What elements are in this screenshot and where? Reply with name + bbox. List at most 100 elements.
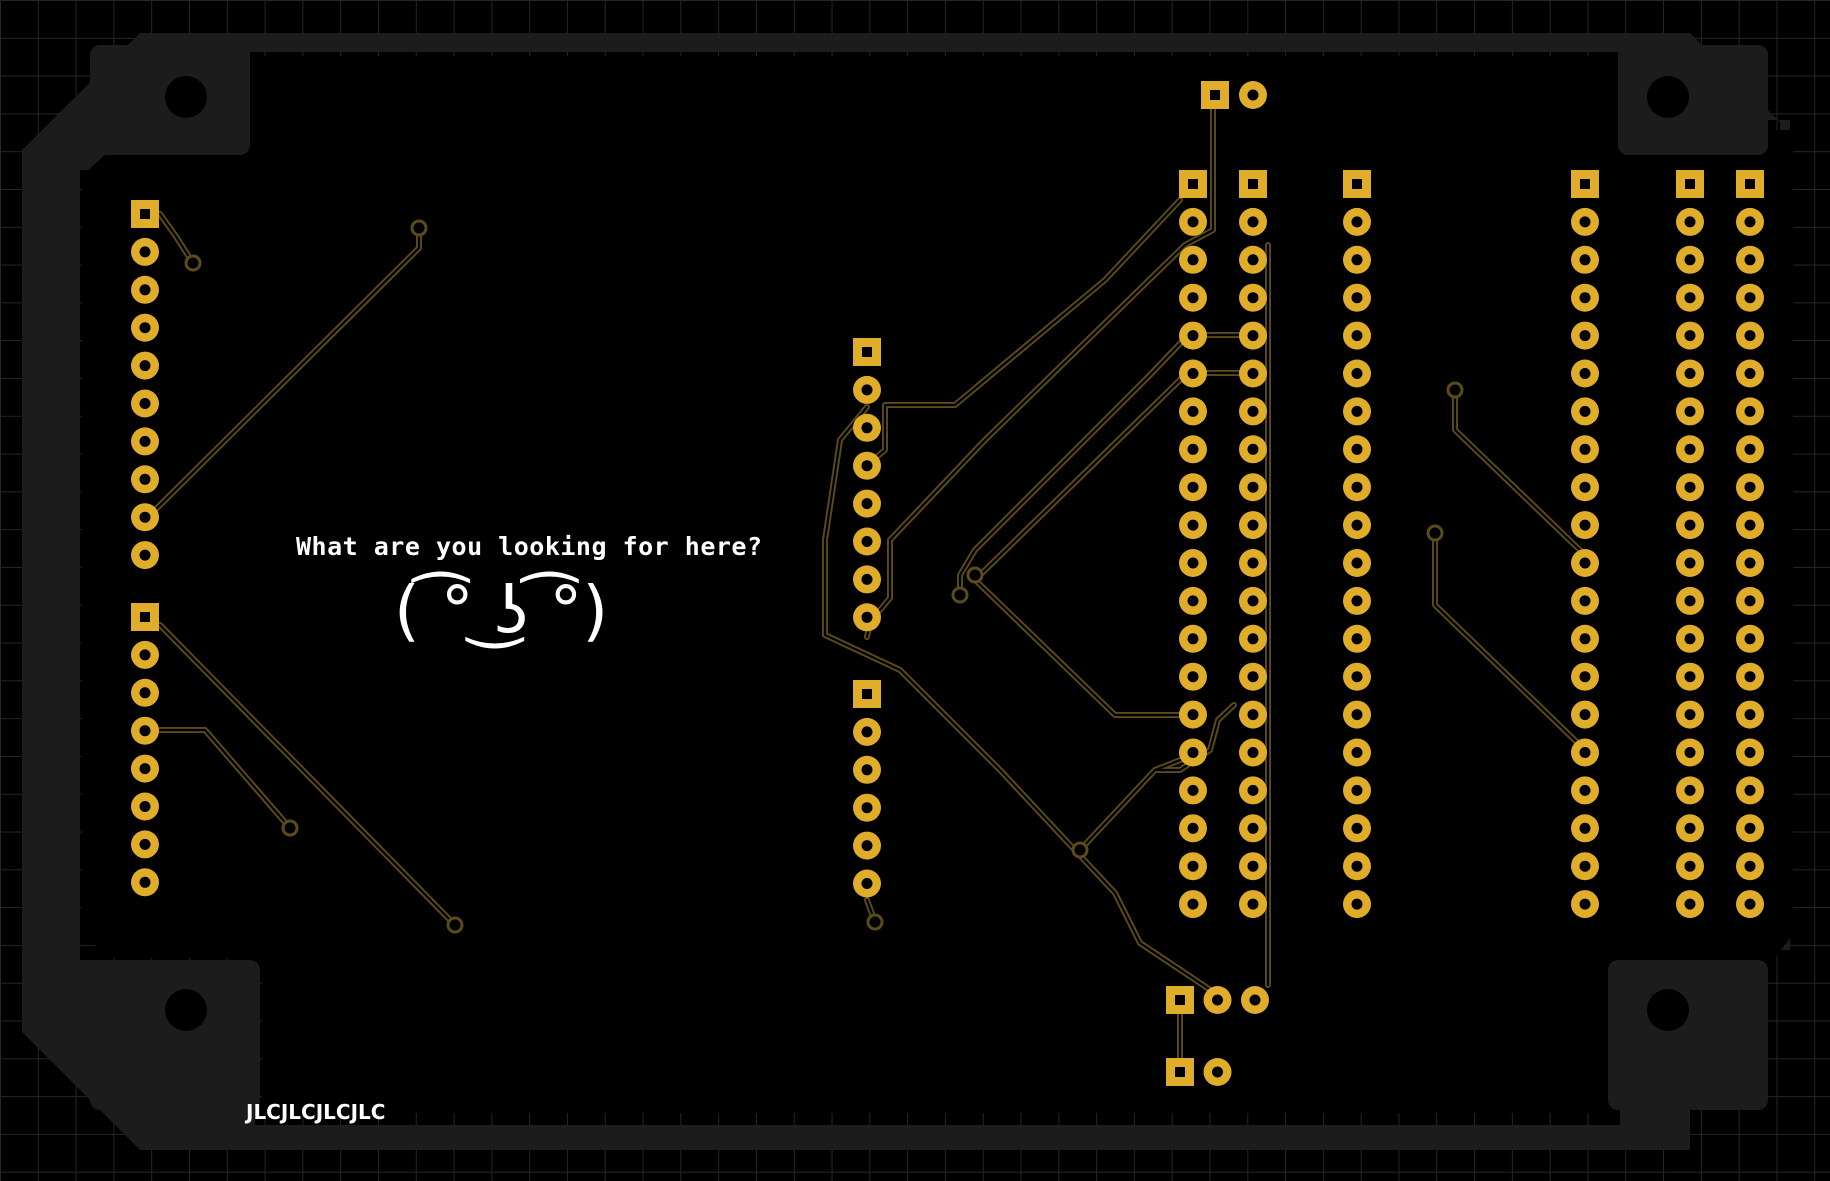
round-pad <box>853 793 881 822</box>
round-pad <box>1343 852 1371 881</box>
round-pad <box>1736 776 1764 805</box>
round-pad <box>131 830 159 859</box>
round-pad <box>1676 435 1704 464</box>
round-pad <box>1676 738 1704 767</box>
round-pad <box>853 755 881 784</box>
round-pad <box>1343 624 1371 653</box>
round-pad <box>1179 207 1207 236</box>
round-pad <box>1736 890 1764 919</box>
round-pad <box>1239 283 1267 312</box>
round-pad <box>1343 435 1371 464</box>
round-pad <box>1736 207 1764 236</box>
round-pad <box>1343 321 1371 350</box>
round-pad <box>131 754 159 783</box>
square-pad <box>1166 1058 1194 1086</box>
square-pad <box>1676 170 1704 198</box>
round-pad <box>1239 435 1267 464</box>
round-pad <box>1179 359 1207 388</box>
round-pad <box>1343 245 1371 274</box>
round-pad <box>1571 624 1599 653</box>
round-pad <box>1179 549 1207 577</box>
round-pad <box>131 389 159 418</box>
round-pad <box>1179 890 1207 919</box>
round-pad <box>1736 245 1764 274</box>
round-pad <box>1343 700 1371 729</box>
round-pad <box>1203 986 1232 1014</box>
round-pad <box>1343 511 1371 540</box>
round-pad <box>1571 511 1599 540</box>
round-pad <box>1239 81 1267 109</box>
round-pad <box>131 792 159 821</box>
round-pad <box>1571 321 1599 350</box>
round-pad <box>1676 397 1704 426</box>
round-pad <box>1239 397 1267 426</box>
round-pad <box>131 237 159 266</box>
round-pad <box>1239 852 1267 881</box>
square-pad <box>1179 170 1207 198</box>
round-pad <box>1239 700 1267 729</box>
round-pad <box>1571 890 1599 919</box>
round-pad <box>1676 624 1704 653</box>
round-pad <box>1736 700 1764 729</box>
round-pad <box>853 869 881 898</box>
round-pad <box>1179 245 1207 274</box>
round-pad <box>1736 738 1764 767</box>
round-pad <box>1239 624 1267 653</box>
mounting-hole <box>1647 76 1689 118</box>
round-pad <box>853 565 881 594</box>
round-pad <box>1571 586 1599 615</box>
square-pad <box>131 200 159 228</box>
round-pad <box>131 541 159 570</box>
round-pad <box>853 451 881 480</box>
round-pad <box>1676 207 1704 236</box>
round-pad <box>1239 586 1267 615</box>
round-pad <box>131 313 159 342</box>
round-pad <box>131 503 159 532</box>
round-pad <box>1571 245 1599 274</box>
mounting-hole <box>1647 989 1689 1031</box>
square-pad <box>1166 986 1194 1014</box>
square-pad <box>853 338 881 366</box>
silkscreen-brand: JLCJLCJLCJLC <box>246 1100 386 1124</box>
round-pad <box>1343 662 1371 691</box>
round-pad <box>1179 511 1207 540</box>
round-pad <box>1343 397 1371 426</box>
round-pad <box>1239 814 1267 843</box>
round-pad <box>1343 738 1371 767</box>
round-pad <box>853 717 881 746</box>
round-pad <box>1736 359 1764 388</box>
round-pad <box>1179 321 1207 350</box>
round-pad <box>1239 662 1267 691</box>
round-pad <box>1676 321 1704 350</box>
round-pad <box>1676 586 1704 615</box>
round-pad <box>853 489 881 518</box>
round-pad <box>1179 738 1207 767</box>
silkscreen-message: What are you looking for here? <box>296 532 763 561</box>
round-pad <box>1736 624 1764 653</box>
round-pad <box>1676 662 1704 691</box>
square-pad <box>853 680 881 708</box>
round-pad <box>1571 852 1599 881</box>
round-pad <box>1676 776 1704 805</box>
round-pad <box>1239 511 1267 540</box>
round-pad <box>1343 586 1371 615</box>
round-pad <box>1343 549 1371 577</box>
round-pad <box>1676 700 1704 729</box>
square-pad <box>1571 170 1599 198</box>
round-pad <box>1343 359 1371 388</box>
round-pad <box>1179 700 1207 729</box>
round-pad <box>853 603 881 632</box>
round-pad <box>131 351 159 380</box>
round-pad <box>1179 814 1207 843</box>
round-pad <box>1239 473 1267 502</box>
round-pad <box>1239 321 1267 350</box>
mounting-hole <box>165 989 207 1031</box>
round-pad <box>853 413 881 442</box>
round-pad <box>131 465 159 494</box>
silkscreen-face: ( ͡° ͜ʖ ͡°) <box>394 572 609 649</box>
round-pad <box>1203 1058 1232 1086</box>
round-pad <box>1676 549 1704 577</box>
square-pad <box>1736 170 1764 198</box>
round-pad <box>1343 814 1371 843</box>
round-pad <box>1676 359 1704 388</box>
